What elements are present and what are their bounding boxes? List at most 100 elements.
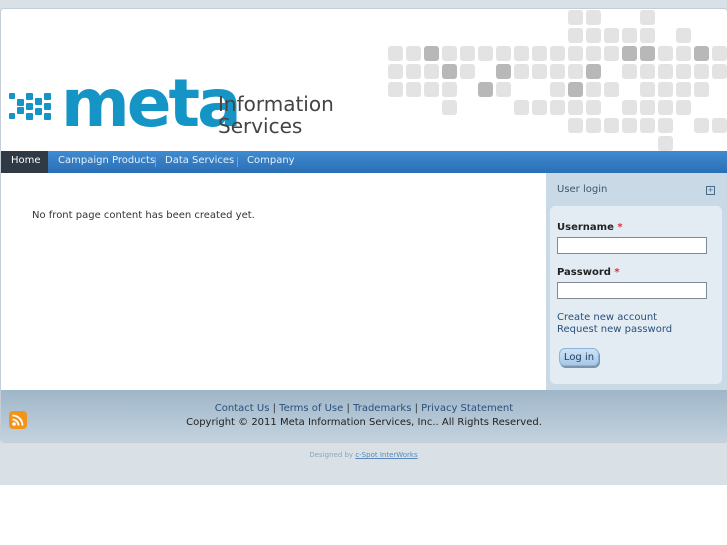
- primary-navigation: Home Campaign Products Data Services Com…: [1, 151, 727, 173]
- logo-wordmark: meta: [61, 65, 242, 142]
- pattern-square: [424, 64, 439, 79]
- pattern-square: [640, 46, 655, 61]
- pattern-square: [658, 64, 673, 79]
- footer-links: Contact Us | Terms of Use | Trademarks |…: [1, 403, 727, 414]
- pattern-square: [622, 100, 637, 115]
- footer-link-trademarks[interactable]: Trademarks: [353, 403, 411, 414]
- pattern-square: [694, 82, 709, 97]
- logo-tagline-line2: Services: [218, 114, 303, 138]
- pattern-square: [640, 100, 655, 115]
- pattern-square: [712, 46, 727, 61]
- pattern-square: [568, 64, 583, 79]
- request-password-link[interactable]: Request new password: [557, 324, 672, 335]
- pattern-square: [514, 64, 529, 79]
- pattern-square: [496, 64, 511, 79]
- pattern-square: [586, 46, 601, 61]
- pattern-square: [550, 64, 565, 79]
- pattern-square: [388, 82, 403, 97]
- sidebar: User login + Username * Password * Creat…: [546, 173, 727, 390]
- pattern-square: [568, 46, 583, 61]
- pattern-square: [442, 82, 457, 97]
- pattern-square: [622, 118, 637, 133]
- pattern-square: [658, 82, 673, 97]
- pattern-square: [568, 28, 583, 43]
- pattern-square: [604, 28, 619, 43]
- pattern-square: [424, 82, 439, 97]
- footer-link-contact[interactable]: Contact Us: [215, 403, 270, 414]
- username-label: Username *: [557, 222, 623, 233]
- user-login-title: User login: [557, 184, 608, 195]
- pattern-square: [712, 64, 727, 79]
- pattern-square: [568, 10, 583, 25]
- pattern-square: [604, 82, 619, 97]
- pattern-square: [658, 136, 673, 151]
- pattern-square: [586, 64, 601, 79]
- pattern-square: [406, 46, 421, 61]
- pattern-square: [640, 118, 655, 133]
- site-container: meta Information Services Home Campaign …: [0, 8, 727, 443]
- pattern-square: [604, 118, 619, 133]
- pattern-square: [604, 46, 619, 61]
- pattern-square: [406, 64, 421, 79]
- pattern-square: [550, 46, 565, 61]
- pattern-square: [676, 82, 691, 97]
- pattern-square: [586, 100, 601, 115]
- pattern-square: [532, 64, 547, 79]
- nav-item-company[interactable]: Company: [237, 151, 305, 173]
- username-field[interactable]: [557, 237, 707, 254]
- pattern-square: [640, 10, 655, 25]
- empty-content-message: No front page content has been created y…: [32, 210, 255, 221]
- pattern-square: [496, 82, 511, 97]
- required-marker: *: [617, 222, 623, 233]
- nav-item-home[interactable]: Home: [1, 151, 48, 173]
- main-content: No front page content has been created y…: [1, 173, 546, 390]
- pattern-square: [658, 118, 673, 133]
- pattern-square: [622, 64, 637, 79]
- pattern-square: [622, 46, 637, 61]
- footer-link-privacy[interactable]: Privacy Statement: [421, 403, 513, 414]
- pattern-square: [496, 46, 511, 61]
- login-button[interactable]: Log in: [559, 348, 599, 366]
- pattern-square: [658, 46, 673, 61]
- password-field[interactable]: [557, 282, 707, 299]
- footer-link-separator: |: [346, 403, 350, 414]
- pattern-square: [442, 100, 457, 115]
- pattern-square: [532, 46, 547, 61]
- pattern-square: [676, 100, 691, 115]
- logo-tagline-line1: Information: [218, 92, 334, 116]
- footer: Contact Us | Terms of Use | Trademarks |…: [1, 390, 727, 442]
- pattern-square: [406, 82, 421, 97]
- pattern-square: [586, 82, 601, 97]
- header: meta Information Services: [1, 9, 727, 151]
- pattern-square: [712, 118, 727, 133]
- pattern-square: [442, 46, 457, 61]
- pattern-square: [478, 46, 493, 61]
- pattern-square: [550, 82, 565, 97]
- pattern-square: [514, 46, 529, 61]
- page-background: meta Information Services Home Campaign …: [0, 0, 727, 485]
- pattern-square: [424, 46, 439, 61]
- credit-prefix: Designed by: [309, 451, 354, 459]
- pattern-square: [586, 118, 601, 133]
- logo-dots-icon: [9, 93, 51, 120]
- footer-link-terms[interactable]: Terms of Use: [279, 403, 343, 414]
- nav-item-data-services[interactable]: Data Services: [155, 151, 244, 173]
- create-account-link[interactable]: Create new account: [557, 312, 657, 323]
- footer-link-separator: |: [272, 403, 276, 414]
- password-label: Password *: [557, 267, 620, 278]
- collapse-icon[interactable]: +: [706, 186, 715, 195]
- pattern-square: [676, 64, 691, 79]
- pattern-square: [568, 82, 583, 97]
- nav-item-campaign-products[interactable]: Campaign Products: [48, 151, 165, 173]
- pattern-square: [658, 100, 673, 115]
- pattern-square: [694, 118, 709, 133]
- designer-credit: Designed by c-Spot InterWorks: [0, 451, 727, 459]
- pattern-square: [568, 118, 583, 133]
- decorative-square-pattern: [388, 10, 727, 151]
- pattern-square: [532, 100, 547, 115]
- pattern-square: [586, 10, 601, 25]
- pattern-square: [694, 64, 709, 79]
- credit-link[interactable]: c-Spot InterWorks: [355, 451, 417, 459]
- pattern-square: [460, 64, 475, 79]
- pattern-square: [442, 64, 457, 79]
